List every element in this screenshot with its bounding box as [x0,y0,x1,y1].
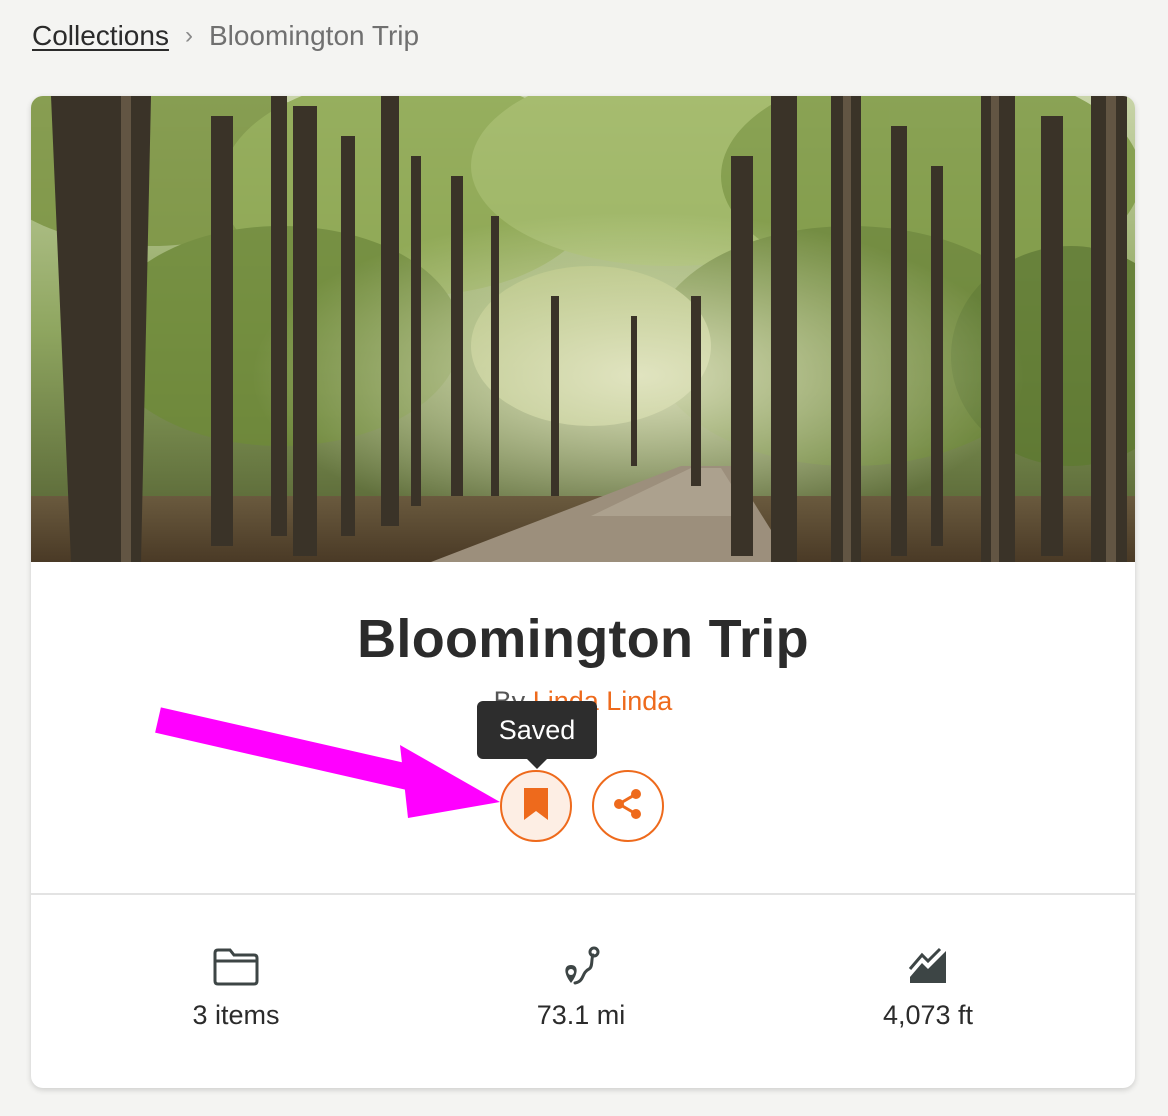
elevation-gain: 4,073 ft [882,1000,974,1030]
breadcrumb-collections-link[interactable]: Collections [32,16,169,56]
stat-elevation: 4,073 ft [778,944,1078,1031]
breadcrumb-current: Bloomington Trip [208,20,420,51]
save-button[interactable] [500,770,572,842]
stat-items: 3 items [86,944,386,1031]
elevation-icon [778,944,1078,990]
collection-cover-image [31,96,1135,562]
collection-title: Bloomington Trip [357,609,809,669]
share-icon [610,786,646,827]
breadcrumb-separator: › [184,22,193,49]
total-distance: 73.1 mi [536,1000,626,1030]
breadcrumb: Collections › Bloomington Trip [32,16,419,56]
saved-tooltip: Saved [477,701,597,769]
route-icon [431,944,731,990]
bookmark-icon [521,786,551,827]
collection-card: Bloomington Trip By Linda Linda Saved [31,96,1135,1088]
stat-distance: 73.1 mi [431,944,731,1031]
folder-icon [86,944,386,990]
stats-divider [31,893,1135,895]
share-button[interactable] [592,770,664,842]
items-count: 3 items [192,1000,280,1030]
